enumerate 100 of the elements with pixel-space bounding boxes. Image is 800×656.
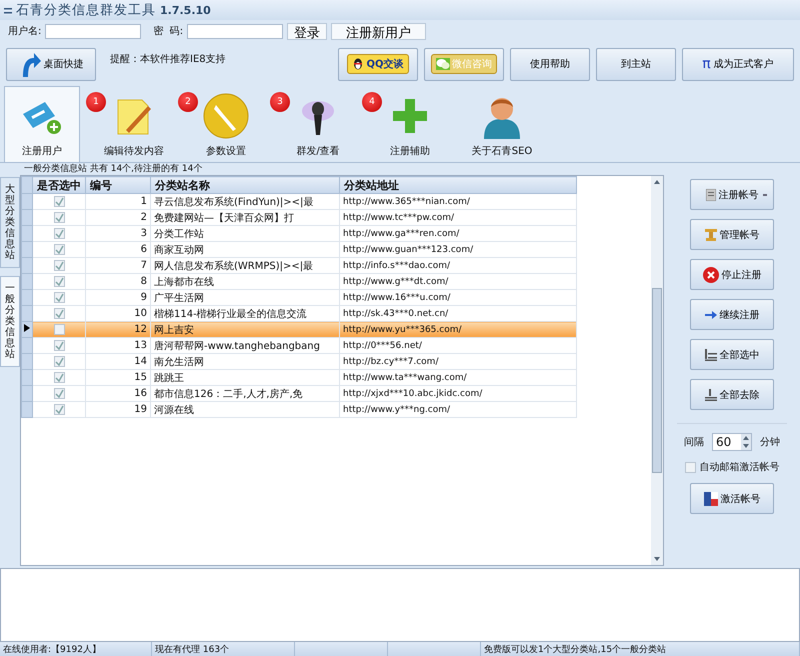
site-url-cell: http://xjxd***10.abc.jkidc.com/	[340, 386, 576, 402]
row-checkbox[interactable]	[54, 292, 64, 303]
lines-icon	[704, 348, 716, 360]
row-checkbox[interactable]	[54, 324, 64, 335]
number-badge: 1	[86, 92, 106, 112]
group-title: 一般分类信息站 共有 14个,待注册的有 14个	[23, 163, 204, 175]
wrench-icon	[202, 93, 250, 139]
site-url-cell: http://www.ta***wang.com/	[340, 370, 576, 386]
site-name-cell: 网人信息发布系统(WRMPS)|><|最	[150, 258, 340, 274]
flag-icon	[704, 492, 718, 506]
action-button[interactable]: 停止注册	[690, 259, 774, 290]
document-icon	[706, 188, 716, 200]
action-button[interactable]: 全部选中	[690, 339, 774, 370]
number-cell: 3	[86, 226, 150, 242]
site-url-cell: http://info.s***dao.com/	[340, 258, 576, 274]
toolbar-button[interactable]: 到主站	[596, 48, 676, 80]
number-cell: 9	[86, 290, 150, 306]
desktop-shortcut-button[interactable]: 桌面快捷	[6, 48, 96, 80]
site-url-cell: http://www.365***nian.com/	[340, 194, 576, 210]
register-button[interactable]: 注册新用户	[331, 22, 426, 40]
version-text: 1.7.5.10	[160, 4, 211, 16]
action-button[interactable]: 继续注册	[690, 299, 774, 330]
site-name-cell: 免费建网站—【天津百众网】打	[150, 210, 340, 226]
row-checkbox[interactable]	[54, 388, 64, 399]
action-button[interactable]: 全部去除	[690, 379, 774, 410]
row-checkbox[interactable]	[54, 196, 64, 207]
site-name-cell: 上海都市在线	[150, 274, 340, 290]
column-header[interactable]: 编号	[86, 176, 150, 194]
number-cell: 8	[86, 274, 150, 290]
number-cell: 2	[86, 210, 150, 226]
penguin-icon	[352, 58, 364, 70]
upgrade-button[interactable]: π 成为正式客户	[682, 48, 794, 80]
site-name-cell: 南允生活网	[150, 354, 340, 370]
site-name-cell: 都市信息126：二手,人才,房产,免	[150, 386, 340, 402]
site-name-cell: 广平生活网	[150, 290, 340, 306]
main-tab[interactable]: 注册用户	[4, 86, 80, 162]
column-header[interactable]: 分类站地址	[340, 176, 576, 194]
action-button[interactable]: 注册帐号	[690, 179, 774, 210]
number-badge: 4	[362, 92, 382, 112]
notice-text: 提醒：本软件推荐IE8支持	[110, 52, 226, 66]
row-checkbox[interactable]	[54, 260, 64, 271]
password-field[interactable]	[187, 24, 284, 38]
number-cell: 19	[86, 402, 150, 418]
number-cell: 1	[86, 194, 150, 210]
row-checkbox[interactable]	[54, 228, 64, 239]
number-cell: 12	[86, 322, 150, 338]
username-field[interactable]	[45, 24, 142, 38]
site-url-cell: http://bz.cy***7.com/	[340, 354, 576, 370]
number-cell: 16	[86, 386, 150, 402]
number-badge: 2	[178, 92, 198, 112]
site-url-cell: http://www.guan***123.com/	[340, 242, 576, 258]
main-tab[interactable]: 关于石青SEO	[464, 90, 540, 162]
number-cell: 14	[86, 354, 150, 370]
chat-bubbles-icon	[436, 58, 450, 70]
row-checkbox[interactable]	[54, 356, 64, 367]
row-checkbox[interactable]	[54, 276, 64, 287]
site-name-cell: 寻云信息发布系统(FindYun)|><|最	[150, 194, 340, 210]
site-url-cell: http://www.yu***365.com/	[340, 322, 576, 338]
site-url-cell: http://www.y***ng.com/	[340, 402, 576, 418]
qq-chat-button[interactable]: QQ交谈	[338, 48, 418, 80]
site-name-cell: 网上吉安	[150, 322, 340, 338]
site-url-cell: http://www.g***dt.com/	[340, 274, 576, 290]
row-checkbox[interactable]	[54, 308, 64, 319]
password-label: 密 码:	[153, 24, 184, 38]
site-name-cell: 跳跳王	[150, 370, 340, 386]
site-name-cell: 分类工作站	[150, 226, 340, 242]
row-checkbox[interactable]	[54, 404, 64, 415]
site-url-cell: http://www.tc***pw.com/	[340, 210, 576, 226]
row-checkbox[interactable]	[54, 340, 64, 351]
number-cell: 13	[86, 338, 150, 354]
side-tab[interactable]: 一般分类信息站	[0, 276, 20, 367]
auto-activate-checkbox[interactable]: 自动邮箱激活帐号	[684, 460, 780, 474]
interval-spinner[interactable]: 60	[712, 433, 752, 451]
site-name-cell: 唐河帮帮网-www.tanghebangbang	[150, 338, 340, 354]
status-section: 免费版可以发1个大型分类站,15个一般分类站	[481, 642, 800, 656]
interval-label: 间隔	[684, 436, 704, 449]
row-checkbox[interactable]	[54, 372, 64, 383]
column-header[interactable]: 分类站名称	[150, 176, 340, 194]
site-url-cell: http://0***56.net/	[340, 338, 576, 354]
number-cell: 7	[86, 258, 150, 274]
activate-button[interactable]: 激活帐号	[690, 483, 774, 514]
stamp-icon	[704, 228, 716, 240]
lines-icon	[704, 388, 716, 400]
row-checkbox[interactable]	[54, 212, 64, 223]
site-url-cell: http://www.ga***ren.com/	[340, 226, 576, 242]
site-name-cell: 商家互动网	[150, 242, 340, 258]
vertical-scrollbar[interactable]	[651, 176, 663, 565]
number-cell: 6	[86, 242, 150, 258]
row-pointer-icon	[24, 324, 30, 332]
window-title: 石青分类信息群发工具	[16, 2, 156, 19]
action-button[interactable]: 管理帐号	[690, 219, 774, 250]
column-header[interactable]: 是否选中	[32, 176, 86, 194]
site-url-cell: http://www.16***u.com/	[340, 290, 576, 306]
plus-icon	[393, 99, 427, 133]
row-checkbox[interactable]	[54, 244, 64, 255]
username-label: 用户名:	[8, 24, 42, 38]
number-cell: 15	[86, 370, 150, 386]
toolbar-button[interactable]: 使用帮助	[510, 48, 590, 80]
side-tab[interactable]: 大型分类信息站	[0, 177, 20, 268]
login-button[interactable]: 登录	[287, 22, 328, 40]
